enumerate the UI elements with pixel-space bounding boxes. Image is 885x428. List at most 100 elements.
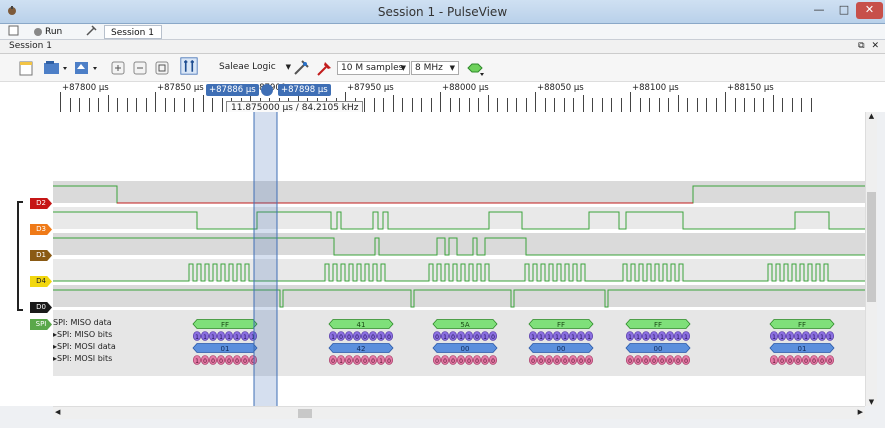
ruler-tick xyxy=(573,98,574,112)
decoder-annotation-label: 1 xyxy=(772,334,776,341)
decoder-annotation-label: 0 xyxy=(451,334,455,341)
channel-tag-d1[interactable]: D1 xyxy=(30,250,52,261)
decoder-row-label[interactable]: ▸SPI: MISO bits xyxy=(53,330,112,339)
decoder-annotation-label: 1 xyxy=(219,334,223,341)
channel-tag-d4[interactable]: D4 xyxy=(30,276,52,287)
decoder-annotation-label: FF xyxy=(557,321,565,329)
open-file-icon[interactable] xyxy=(43,59,69,77)
cursor-1-label[interactable]: +87886 µs xyxy=(206,84,259,96)
scroll-left-icon[interactable]: ◀ xyxy=(55,408,60,416)
chevron-down-icon: ▼ xyxy=(285,63,291,71)
decoder-annotation-label: 0 xyxy=(820,358,824,365)
channel-row-band xyxy=(53,285,865,307)
save-file-icon[interactable] xyxy=(73,59,99,77)
ruler-tick-label: +88150 µs xyxy=(727,83,774,93)
decoder-annotation-label: 0 xyxy=(483,358,487,365)
decoder-annotation-label: 0 xyxy=(451,358,455,365)
sample-rate-select[interactable]: 8 MHz ▼ xyxy=(411,61,459,75)
ruler-tick xyxy=(620,98,622,112)
ruler-tick xyxy=(136,98,137,112)
decoder-annotation-label: 1 xyxy=(195,358,199,365)
scroll-up-icon[interactable]: ▲ xyxy=(866,112,877,120)
show-cursors-icon[interactable] xyxy=(178,57,200,75)
tools-icon[interactable] xyxy=(86,25,98,39)
scroll-right-icon[interactable]: ▶ xyxy=(858,408,863,416)
decoder-annotation-label: 0 xyxy=(644,358,648,365)
zoom-out-icon[interactable] xyxy=(132,59,148,77)
ruler-tick xyxy=(411,98,413,112)
configure-device-icon[interactable] xyxy=(292,59,310,77)
waveform-canvas[interactable]: FF01111010101010101041421001000000001100… xyxy=(53,112,865,406)
ruler-tick xyxy=(383,98,384,112)
decoder-annotation-label: 00 xyxy=(461,345,470,353)
decoder-row-label[interactable]: ▸SPI: MOSI bits xyxy=(53,354,112,363)
decoder-annotation-label: 0 xyxy=(780,358,784,365)
channel-tag-d0[interactable]: D0 xyxy=(30,302,52,313)
time-ruler[interactable]: +87800 µs +87850 µs +87900 µs +87950 µs +880… xyxy=(0,82,885,112)
trace-viewport[interactable]: FF 01 1 1 1 0 1 0 1 0 1 0 1 0 1 0 1 0 41 42 1 0 0 1 0 0 0 0 0 0 0 0 1 1 0 0… xyxy=(53,112,865,406)
cursor-2-label[interactable]: +87898 µs xyxy=(278,84,331,96)
decoder-annotation-label: 0 xyxy=(579,358,583,365)
channel-tag-d2[interactable]: D2 xyxy=(30,198,52,209)
float-dock-button[interactable]: ⧉ xyxy=(858,41,864,51)
probe-channels-icon[interactable] xyxy=(316,59,334,77)
ruler-tick-label: +88000 µs xyxy=(442,83,489,93)
decoder-row-label[interactable]: ▸SPI: MOSI data xyxy=(53,342,116,351)
device-select[interactable]: Saleae Logic ▼ xyxy=(216,61,294,75)
decoder-annotation-label: 5A xyxy=(460,321,469,329)
ruler-tick xyxy=(734,98,736,112)
tab-session-1[interactable]: Session 1 ✕ xyxy=(104,25,162,52)
decoder-annotation-label: 0 xyxy=(363,358,367,365)
ruler-tick xyxy=(364,98,365,112)
decoder-annotation-label: 0 xyxy=(491,334,495,341)
decoder-annotation-label: 0 xyxy=(219,358,223,365)
zoom-fit-icon[interactable] xyxy=(154,59,170,77)
decoder-annotation-label: FF xyxy=(221,321,229,329)
decoder-annotation-label: 0 xyxy=(555,358,559,365)
sample-count-select[interactable]: 10 M samples ▼ xyxy=(337,61,410,75)
ruler-tick xyxy=(544,98,546,112)
ruler-tick xyxy=(506,98,508,112)
ruler-tick xyxy=(402,98,403,112)
vertical-scrollbar[interactable]: ▲ ▼ xyxy=(865,112,877,406)
horizontal-scroll-thumb[interactable] xyxy=(298,409,312,418)
device-select-value: Saleae Logic xyxy=(219,62,276,72)
decoder-annotation-label: 1 xyxy=(676,334,680,341)
add-decoder-icon[interactable] xyxy=(465,59,487,77)
close-window-button[interactable]: ✕ xyxy=(856,2,883,19)
scroll-down-icon[interactable]: ▼ xyxy=(866,398,877,406)
ruler-tick xyxy=(649,98,650,112)
channel-tag-d3[interactable]: D3 xyxy=(30,224,52,235)
decoder-annotation-label: 0 xyxy=(355,334,359,341)
decoder-annotation-label: 0 xyxy=(459,358,463,365)
ruler-tick xyxy=(592,98,593,112)
channel-row-band xyxy=(53,259,865,281)
channel-group-bracket[interactable] xyxy=(17,201,23,311)
vertical-scroll-thumb[interactable] xyxy=(867,192,876,302)
maximize-button[interactable]: □ xyxy=(832,2,856,19)
decoder-annotation-label: 0 xyxy=(531,358,535,365)
decoder-annotation-label: 1 xyxy=(483,334,487,341)
ruler-tick xyxy=(582,95,584,112)
decoder-tag-spi[interactable]: SPI xyxy=(30,319,52,330)
ruler-tick xyxy=(98,98,99,112)
decoder-annotation-label: 1 xyxy=(684,334,688,341)
zoom-in-icon[interactable] xyxy=(110,59,126,77)
decoder-annotation-label: 1 xyxy=(555,334,559,341)
decoder-annotation-label: 1 xyxy=(804,334,808,341)
cursor-handle[interactable] xyxy=(261,84,273,96)
new-session-tab-icon[interactable] xyxy=(8,25,22,39)
ruler-tick xyxy=(601,98,603,112)
main-tab-bar: Run Session 1 ✕ xyxy=(0,24,885,52)
minimize-button[interactable]: — xyxy=(806,2,832,19)
new-view-icon[interactable] xyxy=(17,59,35,77)
close-dock-button[interactable]: ✕ xyxy=(871,41,879,51)
horizontal-scrollbar[interactable]: ◀ ▶ xyxy=(53,406,865,419)
ruler-tick xyxy=(715,98,717,112)
run-button[interactable]: Run xyxy=(34,25,74,39)
chevron-down-icon: ▼ xyxy=(449,64,455,72)
ruler-tick xyxy=(212,98,213,112)
decoder-annotation-label: 0 xyxy=(652,358,656,365)
decoder-annotation-label: 0 xyxy=(387,334,391,341)
decoder-row-label: SPI: MISO data xyxy=(53,318,112,327)
